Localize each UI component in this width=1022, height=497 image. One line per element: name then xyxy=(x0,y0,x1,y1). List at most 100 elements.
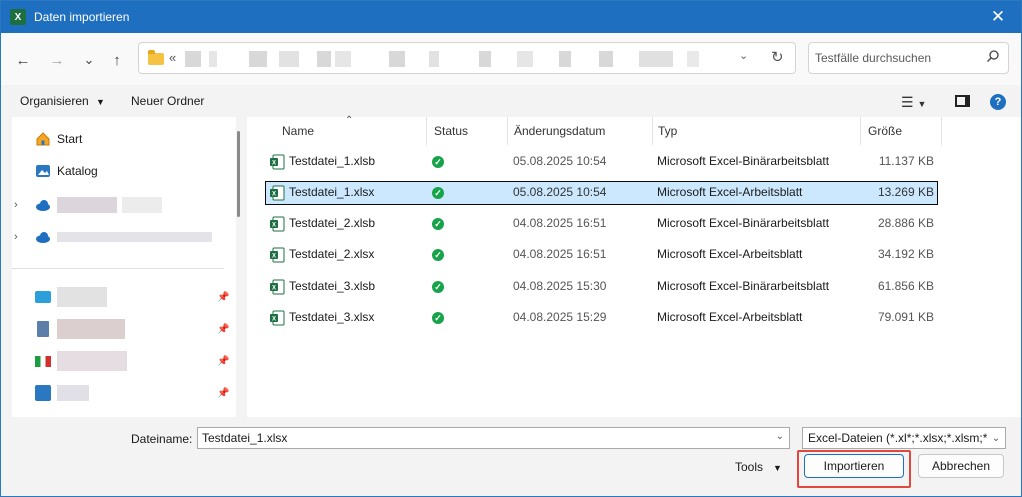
sidebar-item-katalog[interactable]: Katalog xyxy=(12,157,236,185)
sidebar-item-onedrive-1[interactable]: › xyxy=(12,191,236,219)
file-date: 04.08.2025 16:51 xyxy=(513,247,607,261)
column-header-status[interactable]: Status xyxy=(434,117,468,145)
sidebar-scrollbar[interactable] xyxy=(237,131,240,217)
address-dropdown-icon[interactable]: ⌄ xyxy=(739,49,748,62)
import-dialog: X Daten importieren ✕ ← → ⌄ ↑ « ⌄ ↻ Test… xyxy=(0,0,1022,497)
column-header-type[interactable]: Typ xyxy=(658,117,677,145)
column-header-date[interactable]: Änderungsdatum xyxy=(514,117,605,145)
title-bar: X Daten importieren ✕ xyxy=(1,1,1021,33)
excel-file-icon: X xyxy=(270,279,285,295)
tools-menu[interactable]: Tools ▼ xyxy=(735,460,782,474)
cloud-icon xyxy=(36,232,50,243)
chevron-down-icon: ▼ xyxy=(773,463,782,473)
cloud-icon xyxy=(36,200,50,211)
pin-icon[interactable]: 📌 xyxy=(217,292,229,303)
recent-locations-button[interactable]: ⌄ xyxy=(78,49,100,71)
sidebar-item-pinned-4[interactable]: 📌 xyxy=(12,379,236,407)
redacted-label xyxy=(57,232,212,242)
chevron-right-icon[interactable]: › xyxy=(14,199,18,211)
preview-pane-icon[interactable] xyxy=(955,95,970,107)
file-name: Testdatei_3.xlsx xyxy=(289,310,375,324)
cancel-button[interactable]: Abbrechen xyxy=(918,454,1004,478)
chevron-down-icon[interactable]: ⌄ xyxy=(776,431,784,442)
redacted-label xyxy=(57,385,89,401)
file-name: Testdatei_2.xlsb xyxy=(289,216,376,230)
file-type-filter-value[interactable]: Excel-Dateien (*.xl*;*.xlsx;*.xlsm;*.x xyxy=(808,431,997,445)
file-size: 28.886 KB xyxy=(877,216,934,230)
svg-text:X: X xyxy=(272,223,276,229)
sort-ascending-icon: ⌃ xyxy=(345,115,354,126)
sidebar-item-pinned-3[interactable]: 📌 xyxy=(12,347,236,375)
chevron-down-icon: ▼ xyxy=(96,97,105,107)
file-row-selected[interactable]: X Testdatei_1.xlsx ✓ 05.08.2025 10:54 Mi… xyxy=(265,181,938,205)
status-ok-icon: ✓ xyxy=(432,218,444,230)
column-divider[interactable] xyxy=(507,117,508,145)
pin-icon[interactable]: 📌 xyxy=(217,356,229,367)
refresh-icon[interactable]: ↻ xyxy=(771,48,784,66)
column-header-name[interactable]: Name xyxy=(282,117,314,145)
redacted-label xyxy=(57,351,127,371)
back-button[interactable]: ← xyxy=(12,49,34,71)
sidebar-item-onedrive-2[interactable]: › xyxy=(12,223,236,251)
chevron-right-icon[interactable]: › xyxy=(14,231,18,243)
file-date: 04.08.2025 15:30 xyxy=(513,279,607,293)
file-date: 04.08.2025 16:51 xyxy=(513,216,607,230)
home-icon xyxy=(36,132,50,146)
file-name: Testdatei_3.xlsb xyxy=(289,279,376,293)
file-size: 11.137 KB xyxy=(878,154,934,168)
column-header-size[interactable]: Größe xyxy=(868,117,902,145)
column-divider[interactable] xyxy=(941,117,942,145)
sidebar-item-label: Katalog xyxy=(57,164,98,178)
help-icon[interactable]: ? xyxy=(990,94,1006,110)
search-box[interactable] xyxy=(808,42,1009,74)
pin-icon[interactable]: 📌 xyxy=(217,324,229,335)
file-list: Name ⌃ Status Änderungsdatum Typ Größe X… xyxy=(247,115,1021,417)
column-divider[interactable] xyxy=(652,117,653,145)
column-divider[interactable] xyxy=(426,117,427,145)
file-row[interactable]: X Testdatei_2.xlsx ✓ 04.08.2025 16:51 Mi… xyxy=(265,243,938,267)
svg-text:X: X xyxy=(272,286,276,292)
excel-file-icon: X xyxy=(270,154,285,170)
pin-icon[interactable]: 📌 xyxy=(217,388,229,399)
filename-field[interactable]: Testdatei_1.xlsx ⌄ xyxy=(197,427,790,449)
status-ok-icon: ✓ xyxy=(432,249,444,261)
file-type-filter[interactable]: Excel-Dateien (*.xl*;*.xlsx;*.xlsm;*.x ⌄ xyxy=(802,427,1006,449)
svg-text:X: X xyxy=(272,192,276,198)
file-size: 61.856 KB xyxy=(877,279,934,293)
document-icon xyxy=(37,321,49,337)
view-options-icon[interactable]: ☰ ▼ xyxy=(901,94,926,111)
forward-button[interactable]: → xyxy=(46,49,68,71)
excel-file-icon: X xyxy=(270,247,285,263)
sidebar-item-start[interactable]: Start xyxy=(12,125,236,153)
command-bar: Organisieren ▼ Neuer Ordner ☰ ▼ ? xyxy=(1,85,1021,117)
close-button[interactable]: ✕ xyxy=(975,1,1021,33)
address-overflow-chevron[interactable]: « xyxy=(169,50,176,65)
navigation-bar: ← → ⌄ ↑ « ⌄ ↻ xyxy=(1,33,1021,85)
filename-value[interactable]: Testdatei_1.xlsx xyxy=(202,431,287,445)
search-input[interactable] xyxy=(815,49,975,67)
file-date: 05.08.2025 10:54 xyxy=(513,154,607,168)
file-row[interactable]: X Testdatei_1.xlsb ✓ 05.08.2025 10:54 Mi… xyxy=(265,150,938,174)
sidebar-item-pinned-2[interactable]: 📌 xyxy=(12,315,236,343)
file-row[interactable]: X Testdatei_3.xlsb ✓ 04.08.2025 15:30 Mi… xyxy=(265,275,938,299)
file-type: Microsoft Excel-Arbeitsblatt xyxy=(657,310,803,324)
search-icon[interactable] xyxy=(986,49,1000,63)
status-ok-icon: ✓ xyxy=(432,156,444,168)
up-button[interactable]: ↑ xyxy=(106,49,128,71)
svg-text:X: X xyxy=(272,161,276,167)
address-bar[interactable]: « ⌄ ↻ xyxy=(138,42,796,74)
file-type: Microsoft Excel-Binärarbeitsblatt xyxy=(657,216,830,230)
status-ok-icon: ✓ xyxy=(432,312,444,324)
column-divider[interactable] xyxy=(860,117,861,145)
new-folder-button[interactable]: Neuer Ordner xyxy=(131,94,204,108)
excel-file-icon: X xyxy=(270,310,285,326)
redacted-label xyxy=(57,197,117,213)
organize-menu[interactable]: Organisieren ▼ xyxy=(20,94,105,108)
sidebar-item-pinned-1[interactable]: 📌 xyxy=(12,283,236,311)
file-date: 04.08.2025 15:29 xyxy=(513,310,607,324)
file-row[interactable]: X Testdatei_2.xlsb ✓ 04.08.2025 16:51 Mi… xyxy=(265,212,938,236)
chevron-down-icon[interactable]: ⌄ xyxy=(987,428,1005,448)
status-ok-icon: ✓ xyxy=(432,281,444,293)
file-row[interactable]: X Testdatei_3.xlsx ✓ 04.08.2025 15:29 Mi… xyxy=(265,306,938,330)
flag-icon xyxy=(35,356,51,367)
